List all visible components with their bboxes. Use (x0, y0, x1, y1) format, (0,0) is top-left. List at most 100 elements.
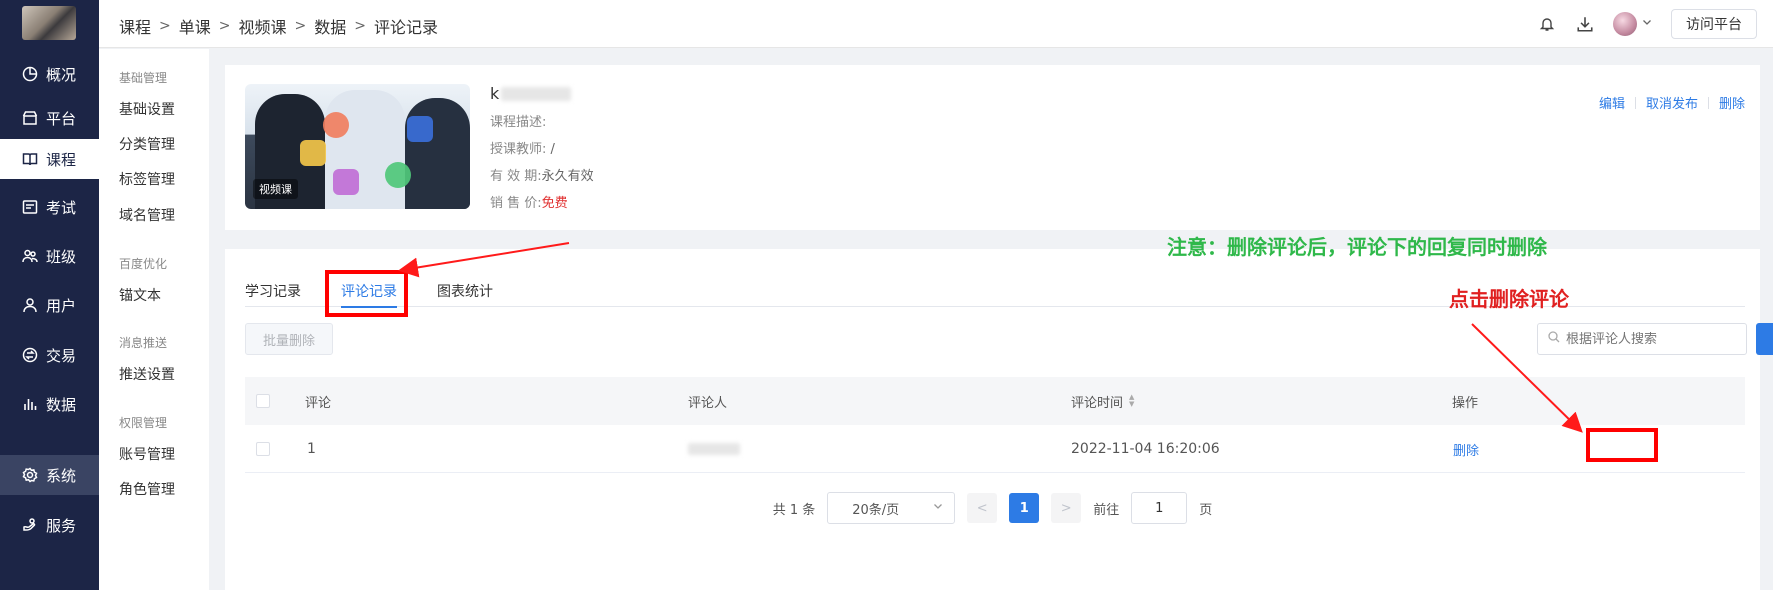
bell-icon[interactable] (1537, 14, 1557, 34)
price-label: 销 售 价: (490, 196, 542, 211)
price-value: 免费 (541, 196, 568, 211)
sub-group-title: 权限管理 (119, 416, 168, 430)
chevron-down-icon (932, 500, 944, 516)
validity-value: 永久有效 (541, 169, 594, 184)
nav-label: 课程 (46, 150, 77, 169)
row-checkbox[interactable] (256, 442, 270, 456)
divider (1634, 96, 1636, 109)
nav-item-transaction[interactable]: 交易 (0, 335, 99, 375)
divider (1707, 96, 1709, 109)
total-count: 共 1 条 (772, 502, 816, 518)
sub-item-accounts[interactable]: 账号管理 (119, 444, 175, 464)
course-info: k 课程描述: 授课教师: / 有 效 期:永久有效 销 售 价:免费 (490, 84, 594, 211)
chevron-right-icon: > (354, 18, 366, 34)
nav-item-system[interactable]: 系统 (0, 455, 99, 495)
highlight-box-tab (325, 270, 408, 317)
nav-item-user[interactable]: 用户 (0, 285, 99, 325)
blurred-text (688, 443, 740, 455)
sub-item-push-settings[interactable]: 推送设置 (119, 364, 175, 384)
nav-item-class[interactable]: 班级 (0, 236, 99, 276)
nav-item-platform[interactable]: 平台 (0, 98, 99, 138)
col-time[interactable]: 评论时间 ▲ ▼ (1071, 377, 1134, 425)
teacher-label: 授课教师: (490, 142, 547, 157)
user-menu[interactable] (1613, 12, 1653, 36)
course-validity-row: 有 效 期:永久有效 (490, 165, 594, 184)
sub-item-category[interactable]: 分类管理 (119, 134, 175, 154)
course-thumbnail: 视频课 (245, 84, 470, 209)
sub-item-roles[interactable]: 角色管理 (119, 479, 175, 499)
tab-chart-stats[interactable]: 图表统计 (437, 269, 493, 307)
goto-label: 前往 (1093, 502, 1120, 518)
nav-item-exam[interactable]: 考试 (0, 187, 99, 227)
page-size-value: 20条/页 (852, 502, 900, 518)
select-all-cell (256, 377, 270, 425)
delete-course-link[interactable]: 删除 (1719, 93, 1745, 112)
download-icon[interactable] (1575, 14, 1595, 34)
nav-label: 考试 (46, 198, 77, 217)
sub-group-title: 百度优化 (119, 257, 168, 271)
sub-item-basic-settings[interactable]: 基础设置 (119, 99, 175, 119)
tab-study-records[interactable]: 学习记录 (245, 269, 301, 307)
nav-label: 交易 (46, 346, 77, 365)
query-button[interactable]: 查询 (1756, 323, 1773, 355)
select-all-checkbox[interactable] (256, 394, 270, 408)
page-suffix: 页 (1199, 502, 1213, 518)
sort-icon[interactable]: ▲ ▼ (1129, 394, 1134, 408)
nav-item-course[interactable]: 课程 (0, 139, 99, 179)
chevron-right-icon: > (218, 18, 231, 34)
chevron-right-icon: > (159, 18, 171, 34)
edit-link[interactable]: 编辑 (1599, 93, 1625, 112)
breadcrumb-item[interactable]: 视频课 (239, 14, 287, 38)
table-header: 评论 评论人 评论时间 ▲ ▼ 操作 (245, 377, 1745, 425)
logo[interactable] (22, 6, 76, 40)
thumbnail-bubble (333, 169, 359, 195)
bar-chart-icon (22, 396, 38, 412)
thumbnail-bubble (323, 112, 349, 138)
course-title-initial: k (490, 84, 500, 103)
search-input[interactable] (1566, 331, 1726, 347)
table-row: 1 2022-11-04 16:20:06 删除 (245, 425, 1745, 473)
delete-comment-link[interactable]: 删除 (1453, 440, 1479, 459)
sub-item-domain[interactable]: 域名管理 (119, 205, 175, 225)
highlight-box-delete (1586, 428, 1658, 462)
blurred-text (501, 86, 572, 101)
sub-item-anchor-text[interactable]: 锚文本 (119, 285, 161, 305)
page-size-select[interactable]: 20条/页 (827, 492, 956, 524)
sub-group-title: 基础管理 (119, 71, 168, 85)
unpublish-link[interactable]: 取消发布 (1646, 93, 1698, 112)
gear-icon (22, 467, 38, 483)
course-type-badge: 视频课 (253, 179, 298, 199)
exam-icon (22, 199, 38, 215)
nav-item-service[interactable]: 服务 (0, 505, 99, 545)
chevron-down-icon (1641, 16, 1653, 32)
sub-group-title: 消息推送 (119, 336, 168, 350)
user-icon (22, 297, 38, 313)
batch-delete-button[interactable]: 批量删除 (245, 323, 333, 355)
next-page-button[interactable]: > (1051, 493, 1082, 523)
nav-item-overview[interactable]: 概况 (0, 54, 99, 94)
breadcrumb-item[interactable]: 数据 (314, 14, 346, 38)
breadcrumb-item[interactable]: 课程 (119, 14, 151, 38)
nav-label: 班级 (46, 247, 77, 266)
book-icon (22, 151, 38, 167)
row-action: 删除 (1453, 425, 1479, 473)
nav-label: 服务 (46, 516, 77, 535)
page-number-current[interactable]: 1 (1009, 493, 1040, 523)
pagination: 共 1 条 20条/页 < 1 > 前往 1 页 (225, 492, 1760, 524)
prev-page-button[interactable]: < (967, 493, 998, 523)
course-card: 视频课 k 课程描述: 授课教师: / 有 效 期:永久有效 销 售 价:免费 … (225, 65, 1760, 230)
validity-label: 有 效 期: (490, 169, 542, 184)
col-comment: 评论 (305, 395, 332, 411)
search-icon (1548, 331, 1560, 347)
avatar (1613, 12, 1637, 36)
visit-platform-button[interactable]: 访问平台 (1671, 9, 1757, 39)
breadcrumb-item[interactable]: 单课 (179, 14, 211, 38)
search-box (1537, 323, 1747, 355)
main-nav: 概况 平台 课程 考试 班级 用户 交易 数据 系统 服务 (0, 0, 99, 590)
col-action: 操作 (1452, 395, 1479, 411)
teacher-value: / (550, 142, 555, 157)
sub-item-tags[interactable]: 标签管理 (119, 169, 175, 189)
nav-item-data[interactable]: 数据 (0, 384, 99, 424)
goto-page-input[interactable]: 1 (1131, 492, 1188, 524)
row-select-cell (256, 425, 270, 473)
